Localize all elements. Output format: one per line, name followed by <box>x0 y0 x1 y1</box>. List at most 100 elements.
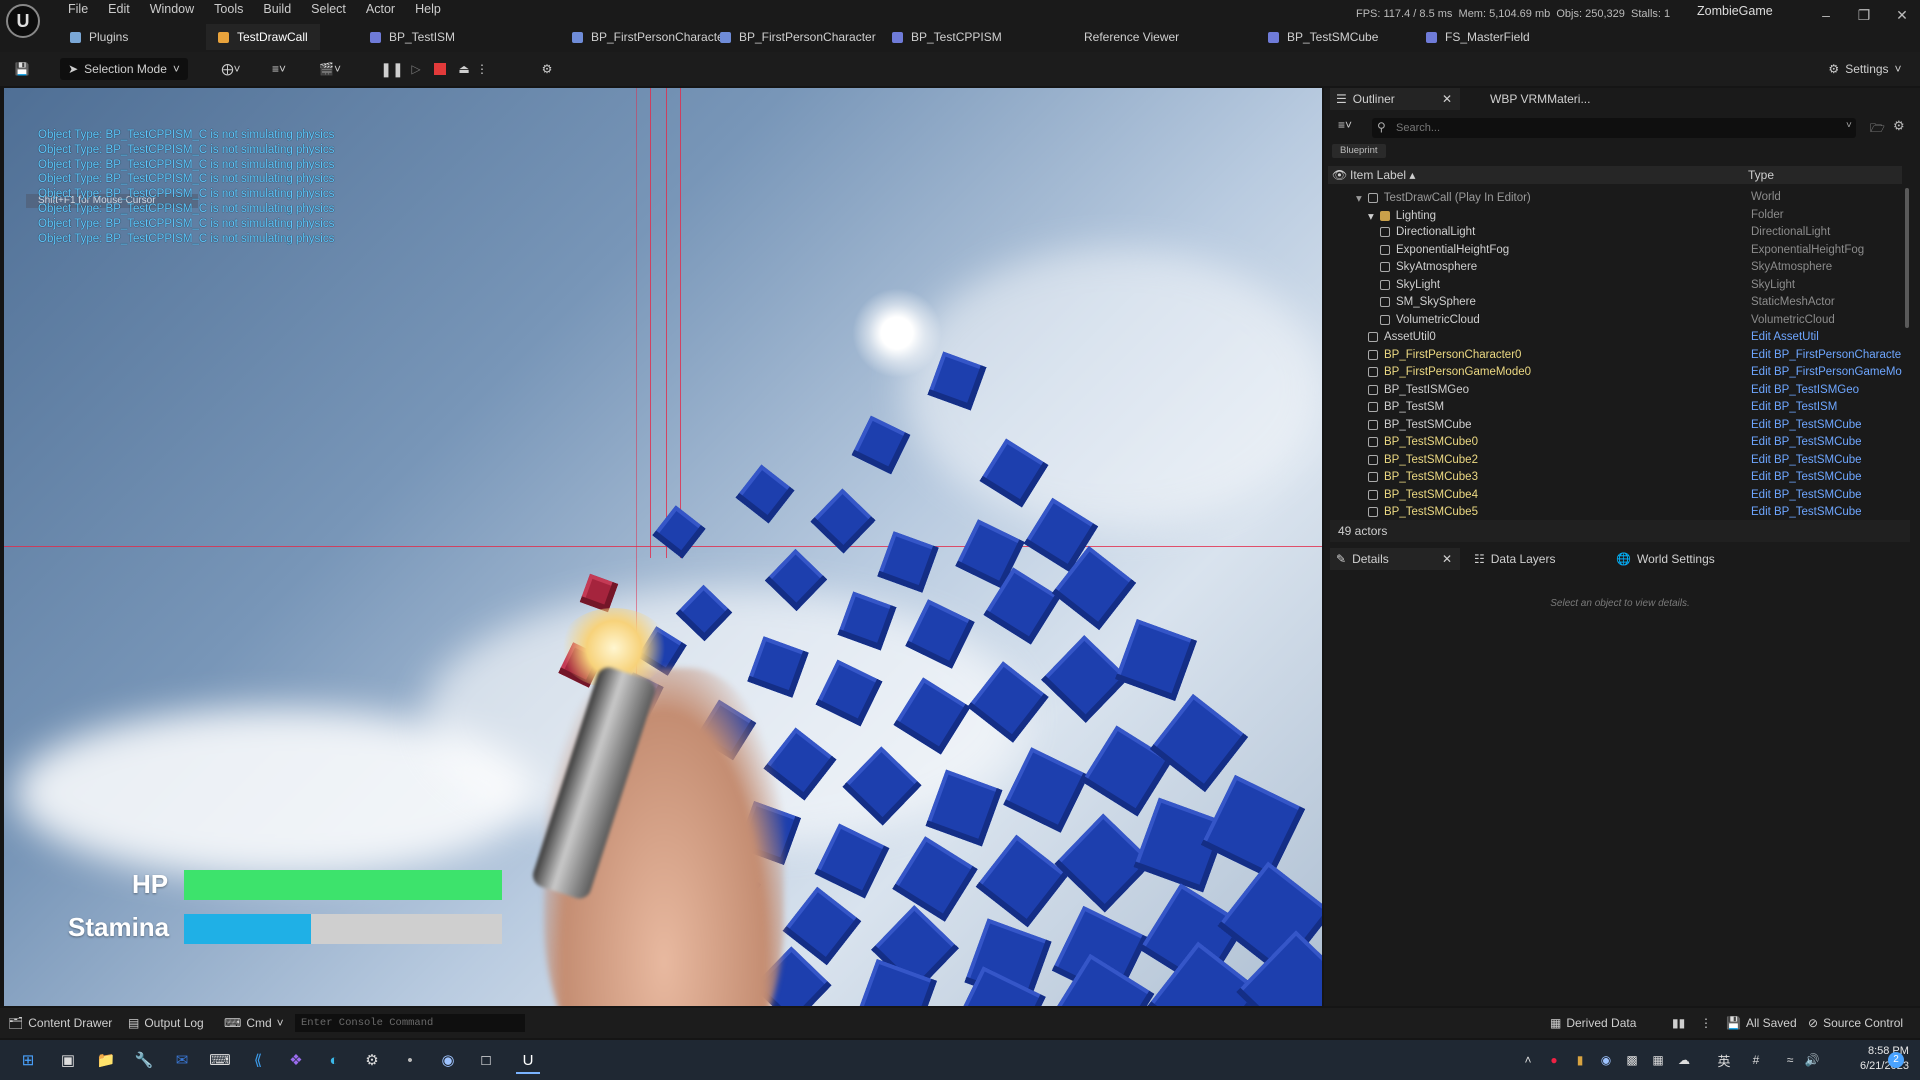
unreal-logo-icon[interactable]: U <box>6 4 40 38</box>
eye-icon[interactable]: 👁 <box>1332 168 1347 182</box>
volume-icon[interactable]: 🔊 <box>1800 1048 1824 1072</box>
outliner-row[interactable]: BP_FirstPersonGameMode0 Edit BP_FirstPers… <box>1328 365 1902 383</box>
filter-chip-blueprint[interactable]: Blueprint <box>1332 144 1386 158</box>
stop-icon[interactable] <box>430 58 450 80</box>
col-type[interactable]: Type <box>1748 168 1774 182</box>
menu-item-actor[interactable]: Actor <box>356 0 405 20</box>
unity-hub-icon[interactable]: ⚙ <box>360 1048 384 1072</box>
outliner-row[interactable]: ▾ Lighting Folder <box>1328 208 1902 226</box>
windows-start-icon[interactable]: ⊞ <box>16 1048 40 1072</box>
tools-icon[interactable]: 🔧 <box>132 1048 156 1072</box>
menu-item-edit[interactable]: Edit <box>98 0 140 20</box>
close-icon[interactable]: ✕ <box>1442 552 1452 566</box>
store-icon[interactable]: □ <box>474 1048 498 1072</box>
tab-bp-firstpersoncharacter[interactable]: BP_FirstPersonCharacter <box>708 24 888 50</box>
add-folder-icon[interactable]: 🗁 <box>1870 119 1885 140</box>
blueprint-menu-icon[interactable]: ≡˅ <box>262 58 296 80</box>
tab-plugins[interactable]: Plugins <box>58 24 140 50</box>
visual-studio-icon[interactable]: ❖ <box>284 1048 308 1072</box>
col-item-label[interactable]: Item Label ▴ <box>1350 168 1415 182</box>
platforms-icon[interactable]: ⚙ <box>536 58 558 80</box>
cmd-dropdown[interactable]: ⌨ Cmd ˅ <box>224 1008 284 1038</box>
add-actor-icon[interactable]: ⨁˅ <box>214 58 248 80</box>
outliner-row[interactable]: ▾ TestDrawCall (Play In Editor) World <box>1328 190 1902 208</box>
menu-item-help[interactable]: Help <box>405 0 451 20</box>
outliner-row[interactable]: BP_TestSMCube2 Edit BP_TestSMCube <box>1328 453 1902 471</box>
tray-steam-icon[interactable]: ◉ <box>1594 1048 1618 1072</box>
tab-bp-testsmcube[interactable]: BP_TestSMCube <box>1256 24 1390 50</box>
menu-item-file[interactable]: File <box>58 0 98 20</box>
eject-icon[interactable]: ⏏ <box>454 58 474 80</box>
edit-blueprint-link[interactable]: Edit BP_TestSMCube <box>1751 436 1862 448</box>
vscode-icon[interactable]: ⟪ <box>246 1048 270 1072</box>
outliner-row[interactable]: AssetUtil0 Edit AssetUtil <box>1328 330 1902 348</box>
menu-item-window[interactable]: Window <box>140 0 204 20</box>
outliner-search-input[interactable]: Search... <box>1372 118 1856 138</box>
ime-indicator[interactable]: 英 <box>1712 1048 1736 1072</box>
skip-frame-icon[interactable]: ▷ <box>406 58 426 80</box>
tray-folder-icon[interactable]: ▮ <box>1568 1048 1592 1072</box>
settings-button[interactable]: ⚙ Settings ˅ <box>1824 58 1906 80</box>
expand-arrow-icon[interactable]: ▾ <box>1368 209 1374 223</box>
edit-blueprint-link[interactable]: Edit BP_TestSMCube <box>1751 454 1862 466</box>
pause-icon[interactable]: ❚❚ <box>380 58 403 80</box>
level-viewport[interactable]: Shift+F1 for Mouse Cursor Object Type: B… <box>4 88 1322 1006</box>
tab-outliner[interactable]: ☰ Outliner ✕ <box>1330 88 1460 110</box>
outliner-row[interactable]: BP_TestSMCube3 Edit BP_TestSMCube <box>1328 470 1902 488</box>
outliner-scrollbar[interactable] <box>1905 188 1909 328</box>
onedrive-icon[interactable]: ☁ <box>1672 1048 1696 1072</box>
filter-icon[interactable]: ≡˅ <box>1338 118 1368 138</box>
more-options-icon[interactable]: ⋮ <box>1700 1008 1712 1038</box>
status-graph-icon[interactable]: ▮▮ <box>1672 1008 1685 1038</box>
menu-item-select[interactable]: Select <box>301 0 356 20</box>
edit-blueprint-link[interactable]: Edit AssetUtil <box>1751 331 1819 343</box>
chevron-up-icon[interactable]: ˄ <box>1516 1048 1540 1072</box>
edge-icon[interactable]: ◐ <box>322 1048 346 1072</box>
tab-bp-testism[interactable]: BP_TestISM <box>358 24 467 50</box>
gear-icon[interactable]: ⚙ <box>1893 118 1905 134</box>
tab-testdrawcall[interactable]: TestDrawCall <box>206 24 320 50</box>
minimize-icon[interactable]: – <box>1806 2 1846 28</box>
outliner-row[interactable]: ExponentialHeightFog ExponentialHeightFog <box>1328 243 1902 261</box>
save-icon[interactable]: 💾 <box>10 58 34 80</box>
outliner-row[interactable]: BP_TestSMCube0 Edit BP_TestSMCube <box>1328 435 1902 453</box>
outliner-row[interactable]: BP_TestISMGeo Edit BP_TestISMGeo <box>1328 383 1902 401</box>
output-log-button[interactable]: ▤ Output Log <box>128 1008 204 1038</box>
task-view-icon[interactable]: ▣ <box>56 1048 80 1072</box>
expand-arrow-icon[interactable]: ▾ <box>1356 191 1362 205</box>
edit-blueprint-link[interactable]: Edit BP_TestSMCube <box>1751 419 1862 431</box>
wifi-icon[interactable]: ≈ <box>1778 1048 1802 1072</box>
tab-bp-testcppism[interactable]: BP_TestCPPISM <box>880 24 1014 50</box>
outliner-row[interactable]: DirectionalLight DirectionalLight <box>1328 225 1902 243</box>
keyboard-layout-icon[interactable]: # <box>1744 1048 1768 1072</box>
tab-reference-viewer[interactable]: Reference Viewer <box>1072 24 1191 50</box>
outliner-row[interactable]: BP_FirstPersonCharacter0 Edit BP_FirstPer… <box>1328 348 1902 366</box>
all-saved-button[interactable]: 💾 All Saved <box>1726 1008 1797 1038</box>
edit-blueprint-link[interactable]: Edit BP_TestSMCube <box>1751 471 1862 483</box>
edit-blueprint-link[interactable]: Edit BP_FirstPersonCharacte <box>1751 349 1901 361</box>
tab-world-settings[interactable]: 🌐 World Settings <box>1616 548 1715 570</box>
file-explorer-icon[interactable]: 📁 <box>94 1048 118 1072</box>
content-drawer-button[interactable]: 🗂 Content Drawer <box>8 1008 112 1038</box>
more-options-icon[interactable]: ⋮ <box>476 58 488 80</box>
menu-item-build[interactable]: Build <box>253 0 301 20</box>
app-icon[interactable]: • <box>398 1048 422 1072</box>
terminal-app-icon[interactable]: ⌨ <box>208 1048 232 1072</box>
tab-fs-masterfield[interactable]: FS_MasterField <box>1414 24 1542 50</box>
selection-mode-dropdown[interactable]: ➤ Selection Mode ˅ <box>60 58 188 80</box>
menu-item-tools[interactable]: Tools <box>204 0 253 20</box>
outliner-row[interactable]: SkyAtmosphere SkyAtmosphere <box>1328 260 1902 278</box>
close-window-icon[interactable]: ✕ <box>1882 2 1920 28</box>
edit-blueprint-link[interactable]: Edit BP_TestISM <box>1751 401 1837 413</box>
chevron-down-icon[interactable]: ˅ <box>1846 120 1852 131</box>
tray-monitor-icon[interactable]: ▩ <box>1620 1048 1644 1072</box>
outliner-row[interactable]: SkyLight SkyLight <box>1328 278 1902 296</box>
outlook-icon[interactable]: ✉ <box>170 1048 194 1072</box>
unreal-taskbar-icon[interactable]: U <box>516 1048 540 1074</box>
close-icon[interactable]: ✕ <box>1442 92 1452 106</box>
source-control-button[interactable]: ⊘ Source Control <box>1808 1008 1903 1038</box>
steam-icon[interactable]: ◉ <box>436 1048 460 1072</box>
notification-badge[interactable]: 2 <box>1888 1052 1904 1068</box>
outliner-row[interactable]: BP_TestSMCube Edit BP_TestSMCube <box>1328 418 1902 436</box>
restore-icon[interactable]: ❐ <box>1844 2 1884 28</box>
